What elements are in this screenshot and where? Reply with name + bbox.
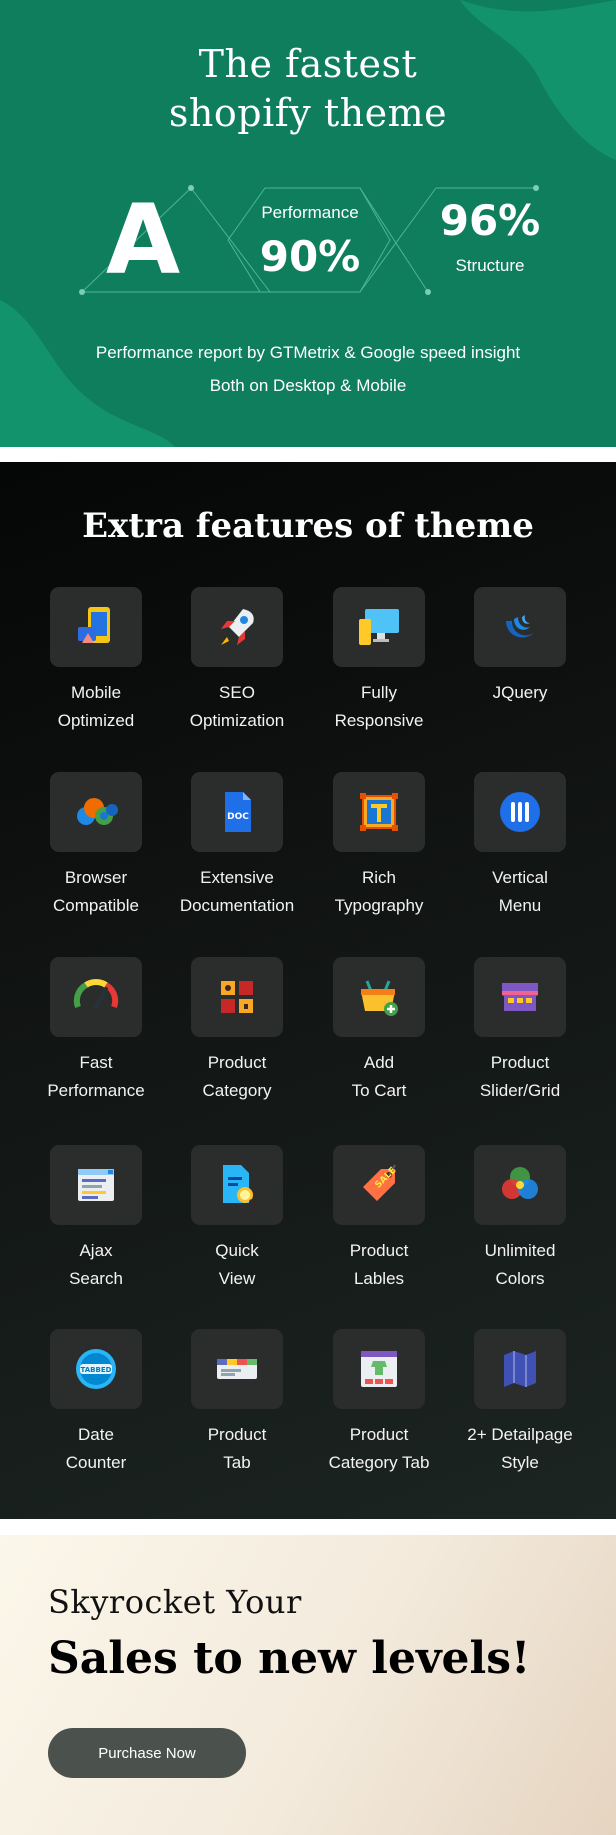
feature-unlimited-colors: Unlimited Colors xyxy=(450,1145,590,1293)
feature-mobile-optimized: Mobile Optimized xyxy=(26,587,166,735)
doc-icon: DOC xyxy=(191,772,283,852)
feature-label: SEO Optimization xyxy=(189,683,285,730)
feature-label: Product Slider/Grid xyxy=(479,1053,561,1100)
feature-extensive-documentation: DOC Extensive Documentation xyxy=(167,772,307,920)
purchase-now-button[interactable]: Purchase Now xyxy=(48,1728,246,1778)
feature-date-counter: TABBED Date Counter xyxy=(26,1329,166,1477)
feature-product-slider-grid: Product Slider/Grid xyxy=(450,957,590,1105)
feature-label: Browser Compatible xyxy=(53,868,139,915)
features-section: Extra features of theme Mobile Optimized… xyxy=(0,462,616,1519)
structure-label: Structure xyxy=(455,256,525,275)
storefront-icon xyxy=(474,957,566,1037)
feature-label: JQuery xyxy=(492,683,548,702)
search-window-icon xyxy=(50,1145,142,1225)
feature-label: Fast Performance xyxy=(47,1053,145,1100)
tabbed-badge-icon: TABBED xyxy=(50,1329,142,1409)
feature-label: Add To Cart xyxy=(351,1053,407,1100)
mobile-icon xyxy=(50,587,142,667)
jquery-icon xyxy=(474,587,566,667)
vertical-menu-icon xyxy=(474,772,566,852)
feature-rich-typography: Rich Typography xyxy=(309,772,449,920)
feature-label: Extensive Documentation xyxy=(179,868,295,915)
performance-hero: The fastest shopify theme A Performance … xyxy=(0,0,616,447)
feature-label: Mobile Optimized xyxy=(57,683,135,730)
svg-text:TABBED: TABBED xyxy=(81,1366,112,1374)
feature-product-labels: SALE Product Lables xyxy=(309,1145,449,1293)
performance-label: Performance xyxy=(261,203,359,222)
feature-product-category: Product Category xyxy=(167,957,307,1105)
feature-fast-performance: Fast Performance xyxy=(26,957,166,1105)
rocket-icon xyxy=(191,587,283,667)
feature-jquery: JQuery xyxy=(450,587,590,707)
basket-icon xyxy=(333,957,425,1037)
document-search-icon xyxy=(191,1145,283,1225)
color-circles-icon xyxy=(474,1145,566,1225)
performance-grade: A xyxy=(105,184,181,296)
hero-description-line1: Performance report by GTMetrix & Google … xyxy=(95,343,521,362)
cta-heading-line2: Sales to new levels! xyxy=(48,1633,531,1684)
feature-quick-view: Quick View xyxy=(167,1145,307,1293)
svg-text:DOC: DOC xyxy=(227,812,249,822)
features-title: Extra features of theme xyxy=(82,506,534,546)
structure-value: 96% xyxy=(439,196,541,245)
typography-icon xyxy=(333,772,425,852)
hero-description-line2: Both on Desktop & Mobile xyxy=(209,376,407,395)
performance-value: 90% xyxy=(259,232,361,281)
feature-label: Product Tab xyxy=(207,1425,267,1472)
speedometer-icon xyxy=(50,957,142,1037)
feature-label: Unlimited Colors xyxy=(484,1241,556,1288)
feature-product-tab: Product Tab xyxy=(167,1329,307,1477)
feature-add-to-cart: Add To Cart xyxy=(309,957,449,1105)
cta-heading-line1: Skyrocket Your xyxy=(48,1583,302,1621)
feature-vertical-menu: Vertical Menu xyxy=(450,772,590,920)
feature-product-category-tab: Product Category Tab xyxy=(309,1329,449,1477)
feature-seo-optimization: SEO Optimization xyxy=(167,587,307,735)
cta-section: Skyrocket Your Sales to new levels! Purc… xyxy=(0,1535,616,1835)
feature-ajax-search: Ajax Search xyxy=(26,1145,166,1293)
responsive-devices-icon xyxy=(333,587,425,667)
feature-detailpage-style: 2+ Detailpage Style xyxy=(450,1329,590,1477)
feature-label: Product Category xyxy=(202,1053,272,1100)
feature-label: Date Counter xyxy=(65,1425,127,1472)
browsers-icon xyxy=(50,772,142,852)
feature-label: Product Lables xyxy=(349,1241,409,1288)
product-tab-icon xyxy=(191,1329,283,1409)
category-tab-icon xyxy=(333,1329,425,1409)
feature-label: Ajax Search xyxy=(69,1241,123,1288)
feature-label: Product Category Tab xyxy=(328,1425,430,1472)
feature-label: Fully Responsive xyxy=(334,683,424,730)
feature-label: Quick View xyxy=(215,1241,259,1288)
feature-label: Vertical Menu xyxy=(492,868,548,915)
category-grid-icon xyxy=(191,957,283,1037)
feature-label: Rich Typography xyxy=(334,868,424,915)
price-tag-icon: SALE xyxy=(333,1145,425,1225)
feature-browser-compatible: Browser Compatible xyxy=(26,772,166,920)
feature-fully-responsive: Fully Responsive xyxy=(309,587,449,735)
map-pages-icon xyxy=(474,1329,566,1409)
feature-label: 2+ Detailpage Style xyxy=(467,1425,573,1472)
